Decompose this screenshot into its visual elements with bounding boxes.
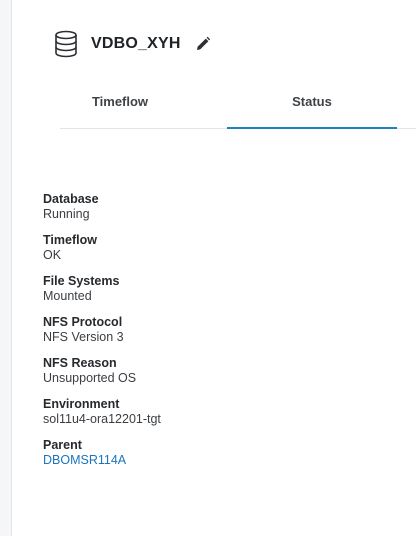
- property-value: sol11u4-ora12201-tgt: [43, 412, 161, 426]
- property-environment: Environment sol11u4-ora12201-tgt: [43, 397, 161, 427]
- tab-bar: Timeflow Status: [60, 88, 416, 129]
- property-label: NFS Protocol: [43, 315, 123, 329]
- property-label: NFS Reason: [43, 356, 117, 370]
- property-nfs-protocol: NFS Protocol NFS Version 3: [43, 315, 161, 345]
- property-label: File Systems: [43, 274, 120, 288]
- property-nfs-reason: NFS Reason Unsupported OS: [43, 356, 161, 386]
- property-file-systems: File Systems Mounted: [43, 274, 161, 304]
- active-tab-indicator: [227, 127, 397, 129]
- vdb-detail-panel: VDBO_XYH Timeflow Status Database Runnin…: [11, 0, 416, 536]
- parent-link[interactable]: DBOMSR114A: [43, 453, 161, 468]
- property-value: Unsupported OS: [43, 371, 137, 385]
- property-value: Running: [43, 207, 90, 221]
- property-parent: Parent DBOMSR114A: [43, 438, 161, 468]
- tab-status[interactable]: Status: [227, 88, 397, 129]
- property-label: Environment: [43, 397, 120, 411]
- property-value: NFS Version 3: [43, 330, 124, 344]
- panel-header: VDBO_XYH: [54, 26, 211, 62]
- property-value: OK: [43, 248, 62, 262]
- page-title: VDBO_XYH: [91, 35, 181, 52]
- property-timeflow: Timeflow OK: [43, 233, 161, 263]
- property-label: Parent: [43, 438, 82, 452]
- property-value: Mounted: [43, 289, 92, 303]
- pencil-icon[interactable]: [195, 36, 211, 52]
- database-icon: [54, 30, 78, 58]
- property-label: Database: [43, 192, 99, 206]
- property-database: Database Running: [43, 192, 161, 222]
- tab-timeflow[interactable]: Timeflow: [60, 88, 180, 128]
- tab-status-label: Status: [292, 94, 332, 109]
- status-properties: Database Running Timeflow OK File System…: [43, 192, 161, 479]
- tab-timeflow-label: Timeflow: [91, 94, 149, 109]
- property-label: Timeflow: [43, 233, 97, 247]
